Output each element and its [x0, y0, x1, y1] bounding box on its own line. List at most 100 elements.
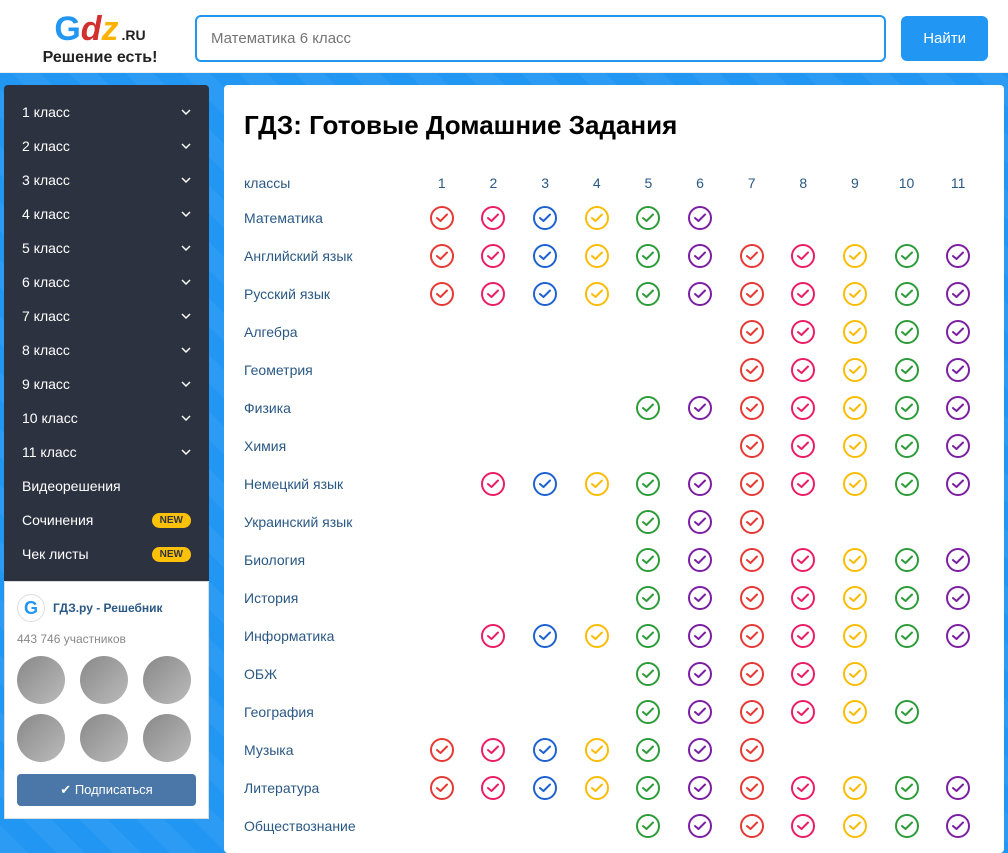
check-icon[interactable] — [895, 776, 919, 800]
check-icon[interactable] — [946, 472, 970, 496]
check-icon[interactable] — [688, 776, 712, 800]
check-icon[interactable] — [688, 510, 712, 534]
subject-label[interactable]: Обществознание — [244, 812, 416, 840]
check-icon[interactable] — [791, 472, 815, 496]
nav-item[interactable]: 5 класс — [4, 231, 209, 265]
check-icon[interactable] — [585, 624, 609, 648]
check-icon[interactable] — [533, 472, 557, 496]
check-icon[interactable] — [688, 662, 712, 686]
check-icon[interactable] — [895, 282, 919, 306]
subject-label[interactable]: Алгебра — [244, 318, 416, 346]
grade-column-header[interactable]: 2 — [468, 175, 520, 191]
check-icon[interactable] — [843, 548, 867, 572]
check-icon[interactable] — [843, 358, 867, 382]
subject-label[interactable]: Химия — [244, 432, 416, 460]
avatar[interactable] — [17, 656, 65, 704]
check-icon[interactable] — [740, 548, 764, 572]
subject-label[interactable]: Русский язык — [244, 280, 416, 308]
avatar[interactable] — [17, 714, 65, 762]
check-icon[interactable] — [430, 776, 454, 800]
nav-item[interactable]: 7 класс — [4, 299, 209, 333]
check-icon[interactable] — [791, 320, 815, 344]
check-icon[interactable] — [636, 510, 660, 534]
check-icon[interactable] — [791, 586, 815, 610]
check-icon[interactable] — [740, 662, 764, 686]
check-icon[interactable] — [843, 244, 867, 268]
nav-item[interactable]: СочиненияNEW — [4, 503, 209, 537]
check-icon[interactable] — [843, 320, 867, 344]
check-icon[interactable] — [740, 738, 764, 762]
check-icon[interactable] — [740, 244, 764, 268]
check-icon[interactable] — [895, 814, 919, 838]
check-icon[interactable] — [740, 472, 764, 496]
check-icon[interactable] — [636, 700, 660, 724]
check-icon[interactable] — [636, 206, 660, 230]
grade-column-header[interactable]: 4 — [571, 175, 623, 191]
subject-label[interactable]: География — [244, 698, 416, 726]
check-icon[interactable] — [791, 282, 815, 306]
check-icon[interactable] — [636, 244, 660, 268]
subject-label[interactable]: Биология — [244, 546, 416, 574]
check-icon[interactable] — [895, 434, 919, 458]
grade-column-header[interactable]: 5 — [623, 175, 675, 191]
grade-column-header[interactable]: 9 — [829, 175, 881, 191]
grade-column-header[interactable]: 8 — [777, 175, 829, 191]
nav-item[interactable]: 3 класс — [4, 163, 209, 197]
check-icon[interactable] — [688, 738, 712, 762]
check-icon[interactable] — [843, 624, 867, 648]
check-icon[interactable] — [791, 624, 815, 648]
check-icon[interactable] — [481, 472, 505, 496]
check-icon[interactable] — [843, 814, 867, 838]
check-icon[interactable] — [843, 396, 867, 420]
subject-label[interactable]: Английский язык — [244, 242, 416, 270]
check-icon[interactable] — [740, 586, 764, 610]
check-icon[interactable] — [636, 548, 660, 572]
check-icon[interactable] — [946, 624, 970, 648]
check-icon[interactable] — [688, 548, 712, 572]
check-icon[interactable] — [636, 662, 660, 686]
avatar[interactable] — [80, 656, 128, 704]
check-icon[interactable] — [843, 586, 867, 610]
vk-subscribe-button[interactable]: ✔ Подписаться — [17, 774, 196, 806]
check-icon[interactable] — [895, 358, 919, 382]
check-icon[interactable] — [740, 282, 764, 306]
check-icon[interactable] — [740, 358, 764, 382]
subject-label[interactable]: Математика — [244, 204, 416, 232]
check-icon[interactable] — [533, 738, 557, 762]
check-icon[interactable] — [843, 472, 867, 496]
subject-label[interactable]: Физика — [244, 394, 416, 422]
check-icon[interactable] — [636, 776, 660, 800]
check-icon[interactable] — [585, 244, 609, 268]
check-icon[interactable] — [636, 472, 660, 496]
check-icon[interactable] — [843, 434, 867, 458]
grade-column-header[interactable]: 11 — [932, 175, 984, 191]
nav-item[interactable]: 4 класс — [4, 197, 209, 231]
check-icon[interactable] — [688, 624, 712, 648]
nav-item[interactable]: 10 класс — [4, 401, 209, 435]
check-icon[interactable] — [636, 738, 660, 762]
check-icon[interactable] — [895, 548, 919, 572]
check-icon[interactable] — [946, 814, 970, 838]
check-icon[interactable] — [688, 396, 712, 420]
check-icon[interactable] — [430, 282, 454, 306]
check-icon[interactable] — [636, 624, 660, 648]
check-icon[interactable] — [688, 700, 712, 724]
check-icon[interactable] — [946, 244, 970, 268]
subject-label[interactable]: Музыка — [244, 736, 416, 764]
check-icon[interactable] — [430, 738, 454, 762]
check-icon[interactable] — [946, 396, 970, 420]
check-icon[interactable] — [946, 358, 970, 382]
check-icon[interactable] — [740, 776, 764, 800]
check-icon[interactable] — [688, 206, 712, 230]
subject-label[interactable]: История — [244, 584, 416, 612]
check-icon[interactable] — [740, 624, 764, 648]
nav-item[interactable]: 8 класс — [4, 333, 209, 367]
check-icon[interactable] — [946, 586, 970, 610]
avatar[interactable] — [143, 714, 191, 762]
check-icon[interactable] — [843, 662, 867, 686]
nav-item[interactable]: 9 класс — [4, 367, 209, 401]
subject-label[interactable]: Литература — [244, 774, 416, 802]
check-icon[interactable] — [843, 776, 867, 800]
check-icon[interactable] — [740, 814, 764, 838]
avatar[interactable] — [80, 714, 128, 762]
